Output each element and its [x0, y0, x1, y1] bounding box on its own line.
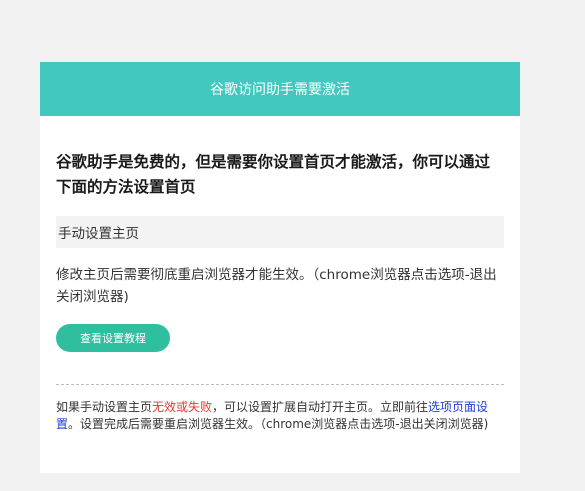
activation-dialog: 谷歌访问助手需要激活 谷歌助手是免费的，但是需要你设置首页才能激活，你可以通过下…	[40, 62, 520, 473]
footnote-warning: 无效或失败	[152, 400, 213, 414]
dialog-header: 谷歌访问助手需要激活	[40, 62, 520, 116]
footnote-text-2: ，可以设置扩展自动打开主页。立即前往	[212, 400, 429, 414]
view-tutorial-button[interactable]: 查看设置教程	[56, 324, 170, 352]
footnote-text-1: 如果手动设置主页	[56, 400, 153, 414]
dashed-divider	[56, 384, 504, 385]
footnote-text-3: 。设置完成后需要重启浏览器生效。（chrome浏览器点击选项-退出关闭浏览器)	[68, 417, 489, 431]
section-title: 手动设置主页	[58, 226, 139, 242]
dialog-title: 谷歌访问助手需要激活	[210, 82, 350, 98]
footnote: 如果手动设置主页无效或失败，可以设置扩展自动打开主页。立即前往选项页面设置。设置…	[56, 399, 504, 433]
section-bar: 手动设置主页	[56, 216, 504, 248]
dialog-body: 谷歌助手是免费的，但是需要你设置首页才能激活，你可以通过下面的方法设置首页 手动…	[40, 150, 520, 433]
screen: { "dialog": { "title": "谷歌访问助手需要激活", "he…	[0, 0, 585, 491]
instruction-text: 修改主页后需要彻底重启浏览器才能生效。（chrome浏览器点击选项-退出关闭浏览…	[56, 267, 497, 305]
headline: 谷歌助手是免费的，但是需要你设置首页才能激活，你可以通过下面的方法设置首页	[56, 153, 491, 196]
